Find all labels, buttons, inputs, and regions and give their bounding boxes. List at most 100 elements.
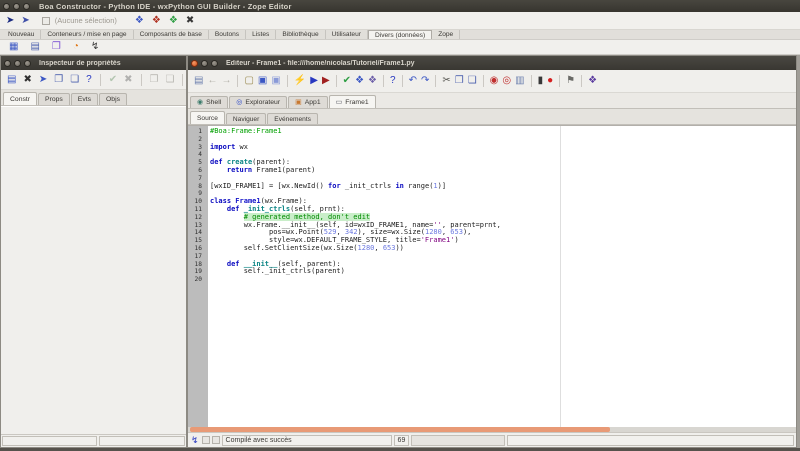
inspector-status-left [2,436,97,446]
status-message: Compilé avec succès [222,435,392,446]
tab-label: Source [197,115,218,122]
refresh-source-icon[interactable]: ▤ [193,75,204,87]
validator-component-icon[interactable]: ↯ [89,41,101,53]
editor-titlebar: Editeur - Frame1 - file:///home/nicolas/… [188,56,796,70]
cycle-icon[interactable]: ❐ [52,74,65,86]
compile-icon[interactable]: ❖ [354,75,365,87]
package-blue-icon[interactable]: ❖ [133,15,146,27]
code-editor[interactable]: 1#Boa:Frame:Frame123import wx45def creat… [188,125,796,427]
copy-icon[interactable]: ❐ [454,75,465,87]
paste-props-icon[interactable]: ❏ [163,74,176,86]
code-line: 3import wx [188,144,796,152]
package-red-icon[interactable]: ❖ [150,15,163,27]
cycle-views-icon[interactable]: ❖ [367,75,378,87]
find-icon[interactable]: ◉ [489,75,500,87]
close-button[interactable] [3,3,10,10]
tab-shell[interactable]: ◉Shell [190,96,228,108]
editor-toolbar: ▤←→▢▣▣⚡▶▶✔❖❖?↶↷✂❐❏◉◎▥▮●⚑❖ [188,70,796,93]
open-icon[interactable]: ▢ [243,75,254,87]
tab-composants-de-base[interactable]: Composants de base [134,30,209,39]
breakpoint-icon[interactable]: ● [546,75,554,87]
package-tools: ❖ ❖ ❖ ✖ [133,15,196,27]
tab-conteneurs-mise-en-page[interactable]: Conteneurs / mise en page [41,30,133,39]
tab-props[interactable]: Props [38,93,70,105]
horizontal-scrollbar-thumb[interactable] [190,427,610,432]
horizontal-scrollbar[interactable] [188,427,796,432]
selection-checkbox[interactable] [42,17,50,25]
delete-item-icon[interactable]: ✖ [21,74,33,86]
tab-frame1[interactable]: ▭Frame1 [329,95,376,108]
copy-props-icon[interactable]: ❐ [148,74,161,86]
save-as-icon[interactable]: ▣ [270,75,281,87]
boa-icon[interactable]: ❖ [587,75,598,87]
tab-app1[interactable]: ▣App1 [288,96,328,108]
editor-close-button[interactable] [191,60,198,67]
line-number: 4 [188,151,205,159]
tab-objs[interactable]: Objs [99,93,127,105]
tab-utilisateur[interactable]: Utilisateur [326,30,368,39]
tab-listes[interactable]: Listes [246,30,276,39]
delete-selection-icon[interactable]: ✖ [184,15,196,27]
status-next-button[interactable] [212,436,220,444]
pointer-select-icon[interactable]: ➤ [4,15,16,27]
post-icon[interactable]: ❏ [68,74,81,86]
check-source-icon[interactable]: ✔ [342,75,352,87]
run-module-icon[interactable]: ⚡ [293,75,307,87]
inspect-icon[interactable]: ➤ [37,74,49,86]
help-icon[interactable]: ? [84,74,94,86]
pointer-parent-icon[interactable]: ➤ [19,15,31,27]
tab-ev-nements[interactable]: Evénements [267,113,318,124]
run-app-icon[interactable]: ▶ [309,75,319,87]
timer-component-icon[interactable]: ◔ [71,41,81,53]
inspector-close-button[interactable] [4,60,11,67]
tab-biblioth-que[interactable]: Bibliothèque [276,30,325,39]
undo-icon[interactable]: ↶ [408,75,418,87]
redo-icon[interactable]: ↷ [420,75,430,87]
inspector-maximize-button[interactable] [24,60,31,67]
back-icon[interactable]: ← [206,75,218,87]
profiler-icon[interactable]: ▮ [537,75,545,87]
tab-evts[interactable]: Evts [71,93,98,105]
editor-maximize-button[interactable] [211,60,218,67]
code-text: return Frame1(parent) [205,167,315,175]
inspector-minimize-button[interactable] [14,60,21,67]
editor-minimize-button[interactable] [201,60,208,67]
save-icon[interactable]: ▣ [257,75,268,87]
toolbar-separator [559,75,560,87]
todo-icon[interactable]: ⚑ [565,75,576,87]
explorer-icon: ◎ [236,99,242,106]
line-number: 16 [188,245,205,253]
confirm-icon[interactable]: ✔ [107,74,119,86]
find-again-icon[interactable]: ◎ [501,75,512,87]
tab-constr[interactable]: Constr [3,92,37,105]
component-palette-tabs: NouveauConteneurs / mise en pageComposan… [0,30,800,40]
tab-zope[interactable]: Zope [432,30,460,39]
tab-explorateur[interactable]: ◎Explorateur [229,96,287,108]
imagelist-component-icon[interactable]: ❐ [50,41,63,53]
insert-item-icon[interactable]: ▤ [5,74,18,86]
transport-icon[interactable]: ↯ [190,436,200,445]
tab-source[interactable]: Source [190,111,225,124]
inspector-body[interactable] [1,106,186,434]
tab-nouveau[interactable]: Nouveau [2,30,41,39]
print-icon[interactable]: ▥ [514,75,525,87]
status-prev-button[interactable] [202,436,210,444]
table-component-icon[interactable]: ▤ [28,41,41,53]
cut-icon[interactable]: ✂ [441,75,451,87]
code-line: 2 [188,136,796,144]
debug-icon[interactable]: ▶ [321,75,331,87]
tab-naviguer[interactable]: Naviguer [226,113,266,124]
cancel-icon[interactable]: ✖ [122,74,134,86]
maximize-button[interactable] [23,3,30,10]
grid-component-icon[interactable]: ▦ [7,41,20,53]
tab-divers-donn-es[interactable]: Divers (données) [368,30,432,39]
editor-title: Editeur - Frame1 - file:///home/nicolas/… [226,60,415,67]
toolbar-separator [182,74,183,86]
paste-icon[interactable]: ❏ [467,75,478,87]
minimize-button[interactable] [13,3,20,10]
package-green-icon[interactable]: ❖ [167,15,180,27]
forward-icon[interactable]: → [220,75,232,87]
tab-boutons[interactable]: Boutons [209,30,246,39]
help-icon[interactable]: ? [389,75,397,87]
toolbar-separator [531,75,532,87]
